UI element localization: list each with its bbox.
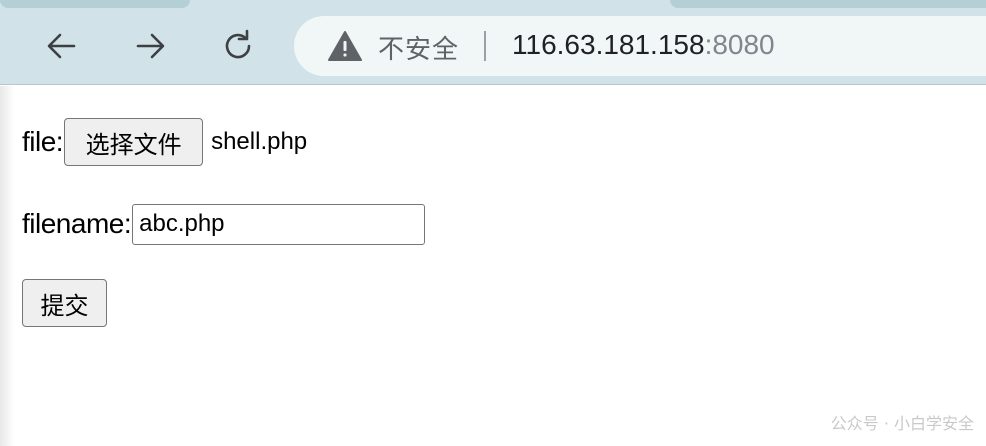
browser-toolbar: 不安全 116.63.181.158:8080 <box>0 0 986 85</box>
url-port: :8080 <box>704 29 775 60</box>
browser-window: 不安全 116.63.181.158:8080 file: 选择文件 shell… <box>0 0 986 446</box>
file-row: file: 选择文件 shell.php <box>22 118 307 166</box>
url-host: 116.63.181.158 <box>512 29 705 60</box>
arrow-left-icon <box>47 33 76 59</box>
watermark: 公众号 · 小白学安全 <box>830 414 974 433</box>
window-shadow <box>0 86 14 446</box>
tab-left[interactable] <box>0 0 190 8</box>
submit-row: 提交 <box>22 279 107 327</box>
filename-input[interactable] <box>132 203 426 245</box>
url-text[interactable]: 116.63.181.158:8080 <box>512 29 775 61</box>
arrow-right-icon <box>136 33 165 59</box>
back-button[interactable] <box>38 22 86 70</box>
choose-file-button[interactable]: 选择文件 <box>64 118 204 166</box>
filename-row: filename: <box>22 202 426 246</box>
forward-button[interactable] <box>126 22 174 70</box>
omnibox-divider <box>484 31 486 61</box>
reload-button[interactable] <box>214 22 262 70</box>
chosen-file-name: shell.php <box>211 128 308 155</box>
address-bar[interactable]: 不安全 116.63.181.158:8080 <box>294 16 986 76</box>
filename-label: filename: <box>22 208 132 239</box>
warning-triangle-icon[interactable] <box>328 30 362 62</box>
security-status-label[interactable]: 不安全 <box>378 29 459 66</box>
tab-right[interactable] <box>670 0 986 8</box>
reload-icon <box>225 29 251 59</box>
submit-button[interactable]: 提交 <box>22 279 107 327</box>
file-label: file: <box>22 126 64 157</box>
